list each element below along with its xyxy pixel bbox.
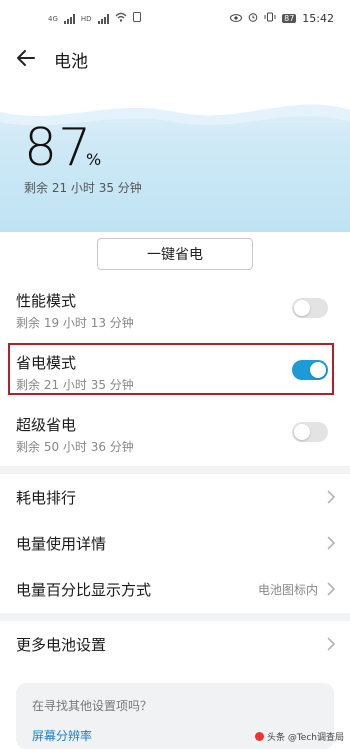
highlight-annotation-box	[8, 343, 334, 395]
vibrate-icon	[264, 12, 276, 25]
menu-power-ranking[interactable]: 耗电排行	[0, 474, 350, 520]
signal-icon	[63, 13, 75, 24]
row-label: 更多电池设置	[16, 636, 107, 654]
signal-icon-2	[97, 13, 109, 24]
mode-ultra-saving[interactable]: 超级省电 剩余 50 小时 36 分钟	[0, 406, 350, 464]
menu-percent-display[interactable]: 电量百分比显示方式 电池图标内	[0, 566, 350, 612]
app-header: 电池	[0, 38, 350, 78]
carrier-tag-2: HD	[80, 14, 92, 23]
status-left: 4G HD	[48, 12, 141, 25]
section-divider	[0, 466, 350, 474]
menu-usage-details[interactable]: 电量使用详情	[0, 520, 350, 566]
row-label: 耗电排行	[16, 489, 77, 507]
battery-status-icon: 87	[282, 14, 297, 23]
watermark-text: 头条 @Tech调查局	[266, 733, 344, 743]
watermark: 头条 @Tech调查局	[254, 730, 344, 743]
section-divider	[0, 613, 350, 621]
page-title: 电池	[54, 52, 88, 72]
one-key-save-button[interactable]: 一键省电	[97, 238, 253, 270]
chevron-right-icon	[327, 536, 336, 550]
mode-label: 性能模式	[16, 292, 77, 310]
row-label: 电量百分比显示方式	[16, 581, 152, 599]
toggle-knob	[294, 424, 310, 440]
suggestion-link-resolution[interactable]: 屏幕分辨率	[32, 727, 92, 744]
back-arrow-icon[interactable]	[14, 46, 38, 70]
toggle-knob	[294, 300, 310, 316]
mode-performance[interactable]: 性能模式 剩余 19 小时 13 分钟	[0, 282, 350, 340]
carrier-tag-1: 4G	[48, 14, 58, 23]
ultra-saving-toggle[interactable]	[292, 422, 328, 442]
performance-toggle[interactable]	[292, 298, 328, 318]
battery-hero: 87 % 剩余 21 小时 35 分钟	[0, 82, 350, 232]
status-right: 87 15:42	[230, 12, 334, 25]
status-bar: 4G HD 87 15:42	[0, 0, 350, 36]
menu-more-settings[interactable]: 更多电池设置	[0, 621, 350, 667]
watermark-logo-icon	[254, 732, 264, 741]
alarm-icon	[248, 12, 258, 25]
mode-remaining: 剩余 50 小时 36 分钟	[16, 440, 134, 454]
status-time: 15:42	[302, 12, 334, 25]
row-value: 电池图标内	[257, 583, 318, 597]
eye-icon	[230, 12, 243, 25]
chevron-right-icon	[327, 490, 336, 504]
chevron-right-icon	[327, 637, 336, 651]
suggestion-question: 在寻找其他设置项吗？	[32, 699, 153, 713]
wifi-icon	[115, 12, 127, 25]
battery-remaining: 剩余 21 小时 35 分钟	[24, 181, 142, 195]
mode-remaining: 剩余 19 小时 13 分钟	[16, 316, 134, 330]
battery-percent: 87	[24, 118, 93, 178]
chevron-right-icon	[327, 582, 336, 596]
mode-label: 超级省电	[16, 416, 77, 434]
row-label: 电量使用详情	[16, 535, 107, 553]
battery-percent-unit: %	[86, 150, 102, 169]
sim-icon	[132, 12, 141, 25]
